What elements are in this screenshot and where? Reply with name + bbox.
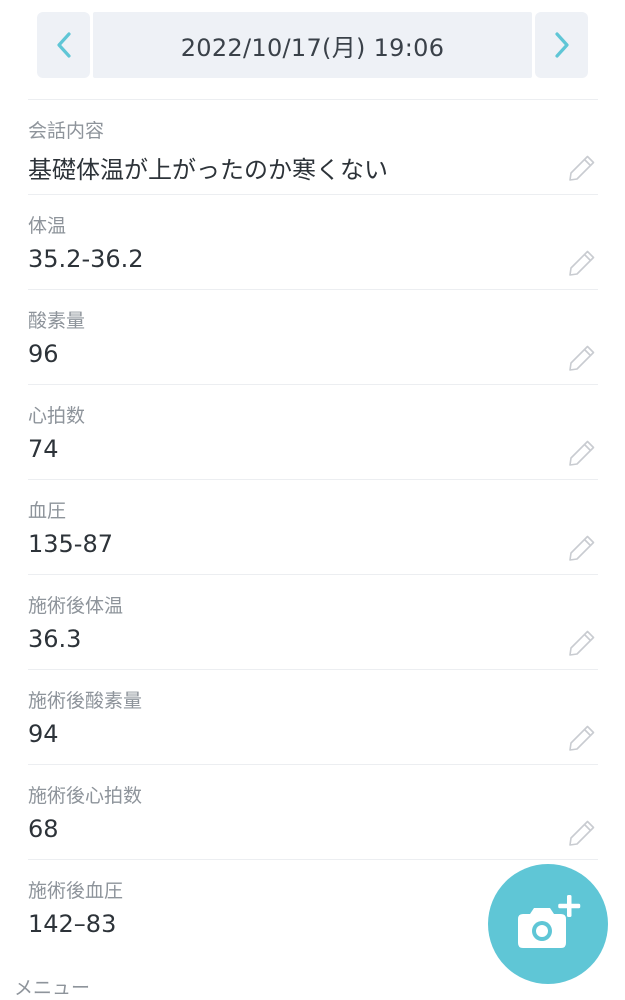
- edit-blood-pressure-button[interactable]: [566, 532, 598, 564]
- field-heart-rate: 心拍数 74: [28, 385, 598, 480]
- pencil-icon: [569, 155, 595, 181]
- field-label: 心拍数: [28, 405, 86, 427]
- edit-post-heart-rate-button[interactable]: [566, 817, 598, 849]
- field-label: 施術後血圧: [28, 880, 124, 902]
- previous-date-button[interactable]: [37, 12, 90, 78]
- pencil-icon: [569, 630, 595, 656]
- add-photo-button[interactable]: [488, 864, 608, 984]
- field-post-body-temperature: 施術後体温 36.3: [28, 575, 598, 670]
- field-label: 体温: [28, 215, 67, 237]
- field-value: 94: [28, 720, 59, 748]
- field-label: 施術後体温: [28, 595, 124, 617]
- pencil-icon: [569, 250, 595, 276]
- field-conversation: 会話内容 基礎体温が上がったのか寒くない: [28, 100, 598, 195]
- field-post-oxygen: 施術後酸素量 94: [28, 670, 598, 765]
- record-detail-screen: 2022/10/17(月) 19:06 会話内容 基礎体温が上がったのか寒くない…: [0, 0, 625, 1000]
- camera-plus-icon: [518, 895, 581, 948]
- chevron-right-icon: [554, 32, 569, 58]
- field-value: 96: [28, 340, 59, 368]
- field-label: 施術後心拍数: [28, 785, 143, 807]
- edit-conversation-button[interactable]: [566, 152, 598, 184]
- field-value: 36.3: [28, 625, 82, 653]
- field-oxygen: 酸素量 96: [28, 290, 598, 385]
- field-value: 68: [28, 815, 59, 843]
- pencil-icon: [569, 535, 595, 561]
- record-field-list: 会話内容 基礎体温が上がったのか寒くない 体温 35.2-36.2 酸素量 96: [28, 99, 598, 955]
- pencil-icon: [569, 725, 595, 751]
- next-date-button[interactable]: [535, 12, 588, 78]
- current-date-label: 2022/10/17(月) 19:06: [93, 12, 532, 78]
- edit-post-oxygen-button[interactable]: [566, 722, 598, 754]
- field-post-heart-rate: 施術後心拍数 68: [28, 765, 598, 860]
- edit-heart-rate-button[interactable]: [566, 437, 598, 469]
- field-body-temperature: 体温 35.2-36.2: [28, 195, 598, 290]
- chevron-left-icon: [56, 32, 71, 58]
- field-label: 血圧: [28, 500, 67, 522]
- field-value: 142–83: [28, 910, 117, 938]
- pencil-icon: [569, 345, 595, 371]
- field-value: 35.2-36.2: [28, 245, 144, 273]
- field-label: 酸素量: [28, 310, 86, 332]
- field-blood-pressure: 血圧 135-87: [28, 480, 598, 575]
- pencil-icon: [569, 820, 595, 846]
- edit-oxygen-button[interactable]: [566, 342, 598, 374]
- menu-section-label: メニュー: [14, 977, 91, 999]
- field-value: 74: [28, 435, 59, 463]
- pencil-icon: [569, 440, 595, 466]
- date-navigator: 2022/10/17(月) 19:06: [37, 12, 588, 78]
- field-value: 135-87: [28, 530, 114, 558]
- edit-body-temperature-button[interactable]: [566, 247, 598, 279]
- field-value: 基礎体温が上がったのか寒くない: [28, 156, 388, 184]
- edit-post-body-temperature-button[interactable]: [566, 627, 598, 659]
- field-label: 会話内容: [28, 120, 105, 142]
- field-label: 施術後酸素量: [28, 690, 143, 712]
